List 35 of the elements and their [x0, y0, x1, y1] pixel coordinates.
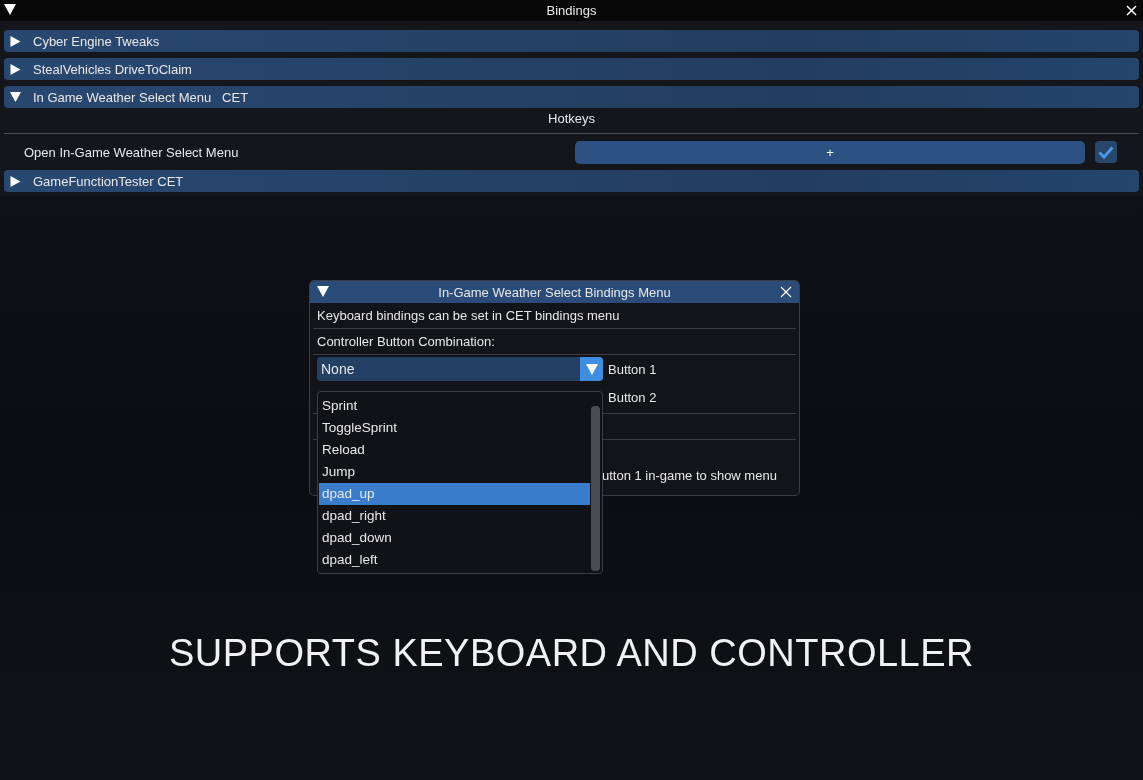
window-title: Bindings [546, 3, 597, 18]
dropdown-option[interactable]: Reload [319, 439, 590, 461]
expanded-arrow-icon [10, 92, 21, 102]
collapsed-arrow-icon [10, 35, 21, 47]
hotkeys-heading: Hotkeys [547, 111, 596, 127]
checkbox[interactable] [1095, 141, 1117, 163]
dropdown-option[interactable]: dpad_right [319, 505, 590, 527]
dropdown-option[interactable]: dpad_down [319, 527, 590, 549]
hotkey-label: Open In-Game Weather Select Menu [24, 144, 240, 160]
close-icon[interactable] [780, 286, 792, 298]
dialog-title: In-Game Weather Select Bindings Menu [438, 284, 671, 300]
scrollbar[interactable] [591, 406, 600, 571]
bind-key-button[interactable]: + [575, 140, 1085, 164]
collapsed-arrow-icon [10, 63, 21, 75]
button-combo-dropdown[interactable]: None [317, 357, 603, 381]
section-header[interactable]: In Game Weather Select Menu CET [4, 86, 1139, 108]
instruction-text: utton 1 in-game to show menu [602, 467, 777, 485]
caption: SUPPORTS KEYBOARD AND CONTROLLER [168, 632, 974, 675]
combo-label: Button 1 [608, 361, 657, 377]
section-header[interactable]: GameFunctionTester CET [4, 170, 1139, 192]
section-header[interactable]: Cyber Engine Tweaks [4, 30, 1139, 52]
dropdown-option[interactable]: Jump [319, 461, 590, 483]
close-icon[interactable] [1126, 5, 1137, 16]
checkmark-icon [1098, 145, 1114, 159]
combo-label: Button 2 [608, 389, 657, 405]
collapse-icon[interactable] [317, 286, 329, 297]
keyboard-note: Keyboard bindings can be set in CET bindings menu [316, 307, 621, 325]
section-header[interactable]: StealVehicles DriveToClaim [4, 58, 1139, 80]
collapsed-arrow-icon [10, 175, 21, 187]
dropdown-option[interactable]: dpad_up [319, 483, 590, 505]
dropdown-option[interactable]: ToggleSprint [319, 417, 590, 439]
dropdown-option[interactable]: Sprint [319, 395, 590, 417]
combination-label: Controller Button Combination: [316, 333, 496, 351]
collapse-icon[interactable] [4, 4, 16, 15]
dropdown-option[interactable]: dpad_left [319, 549, 590, 571]
